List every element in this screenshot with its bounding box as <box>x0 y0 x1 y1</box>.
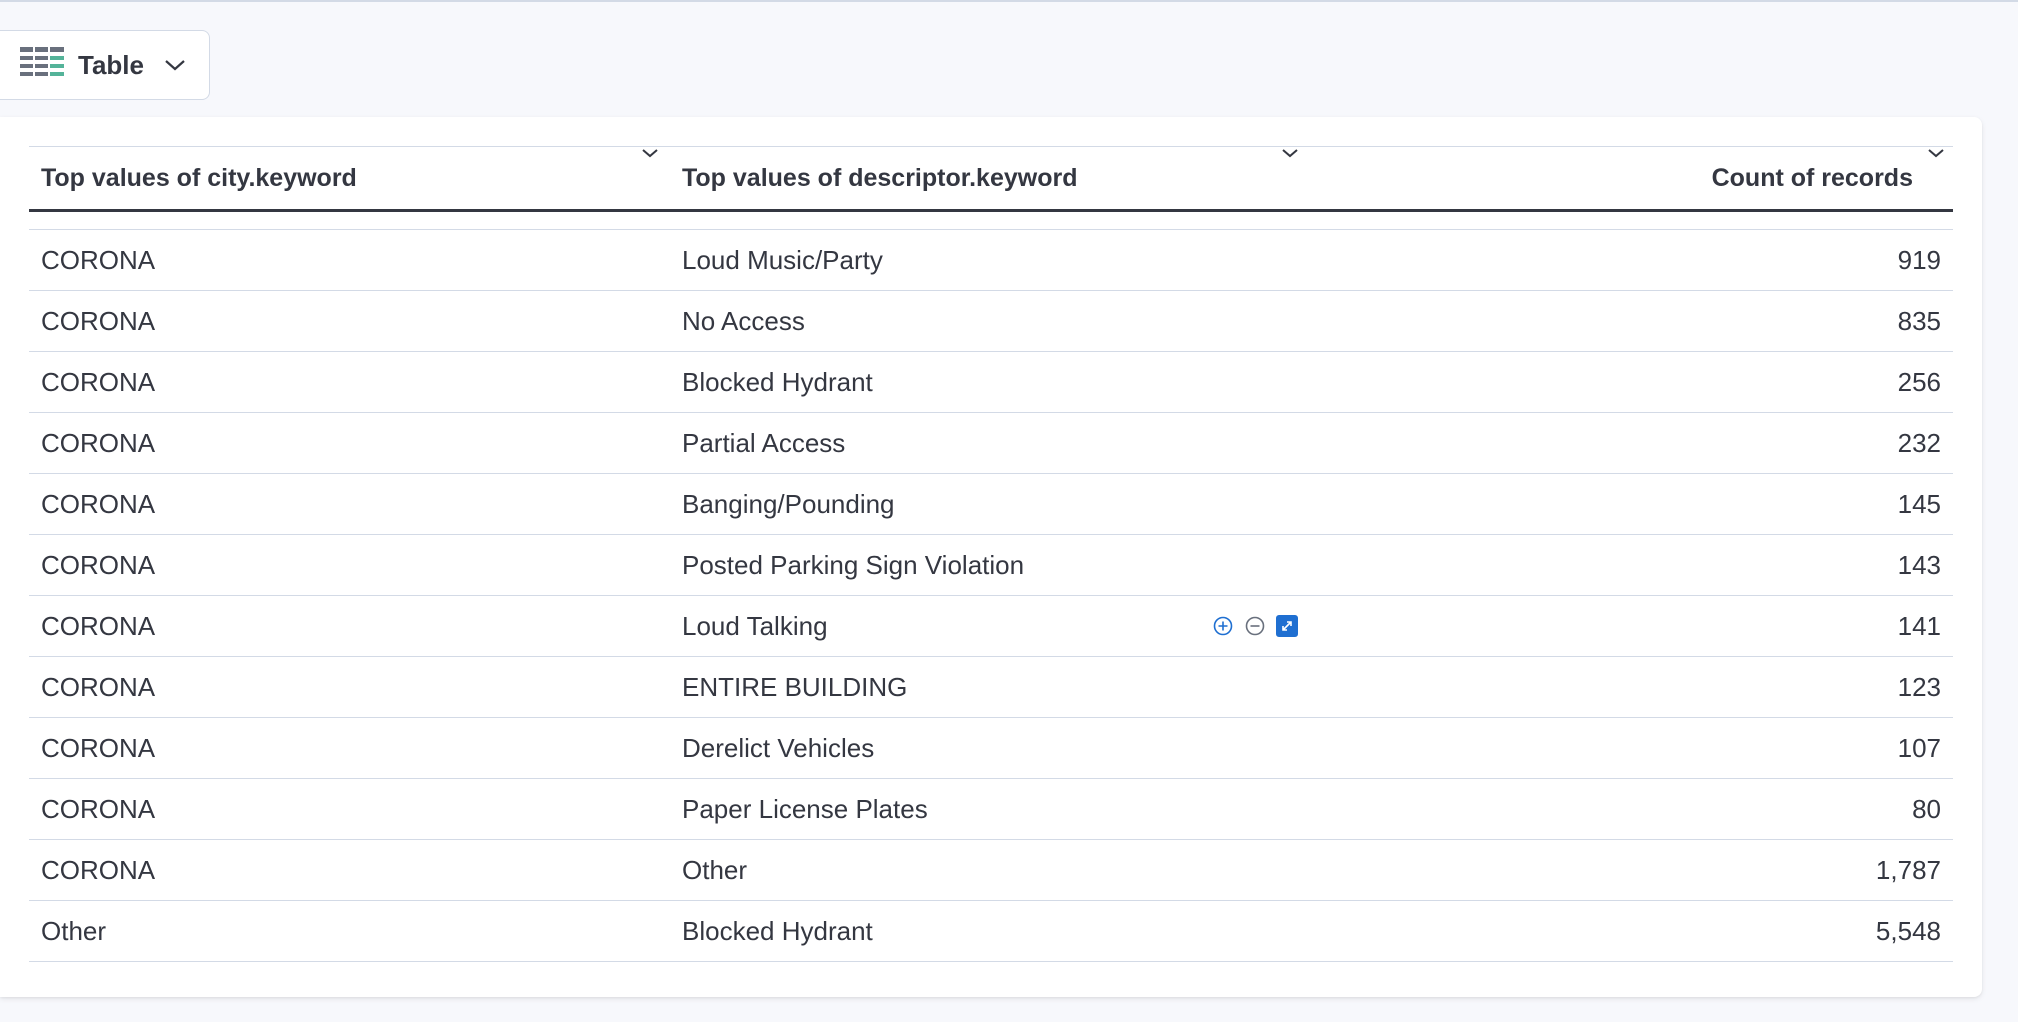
cell-descriptor[interactable]: ENTIRE BUILDING <box>682 657 1302 717</box>
cell-city[interactable]: CORONA <box>41 352 641 412</box>
table-row: CORONA Blocked Hydrant 256 <box>29 352 1953 413</box>
cell-count[interactable]: 145 <box>1641 474 1941 534</box>
cell-descriptor[interactable]: Posted Parking Sign Violation <box>682 535 1302 595</box>
cell-count[interactable]: 143 <box>1641 535 1941 595</box>
cell-city[interactable]: CORONA <box>41 657 641 717</box>
table-header: Top values of city.keyword Top values of… <box>29 146 1953 212</box>
table-row: CORONA Posted Parking Sign Violation 143 <box>29 535 1953 596</box>
cell-descriptor[interactable]: Partial Access <box>682 413 1302 473</box>
cell-descriptor[interactable]: Other <box>682 840 1302 900</box>
cell-count[interactable]: 5,548 <box>1641 901 1941 961</box>
column-header-city[interactable]: Top values of city.keyword <box>41 147 641 210</box>
cell-descriptor[interactable]: No Access <box>682 291 1302 351</box>
chart-type-label: Table <box>78 49 144 80</box>
cell-descriptor[interactable]: Blocked Hydrant <box>682 352 1302 412</box>
cell-city[interactable]: CORONA <box>41 474 641 534</box>
cell-city[interactable]: CORONA <box>41 535 641 595</box>
descriptor-column-menu-chevron-down-icon[interactable] <box>1281 147 1299 159</box>
cell-descriptor[interactable]: Paper License Plates <box>682 779 1302 839</box>
table-row: CORONA ENTIRE BUILDING 123 <box>29 657 1953 718</box>
cell-city[interactable]: CORONA <box>41 718 641 778</box>
cell-count[interactable]: 232 <box>1641 413 1941 473</box>
cell-city[interactable]: CORONA <box>41 596 641 656</box>
table-row: CORONA Partial Access 232 <box>29 413 1953 474</box>
column-header-count[interactable]: Count of records <box>1513 147 1913 210</box>
column-header-label: Top values of city.keyword <box>41 164 357 192</box>
count-column-menu-chevron-down-icon[interactable] <box>1927 147 1945 159</box>
cell-count[interactable]: 141 <box>1641 596 1941 656</box>
cell-count[interactable]: 256 <box>1641 352 1941 412</box>
cell-count[interactable]: 123 <box>1641 657 1941 717</box>
cell-descriptor[interactable]: Blocked Hydrant <box>682 901 1302 961</box>
chart-type-switcher-button[interactable]: Table <box>0 30 210 100</box>
cell-city[interactable]: Other <box>41 901 641 961</box>
cell-count[interactable]: 80 <box>1641 779 1941 839</box>
filter-for-icon[interactable] <box>1212 615 1234 637</box>
table-row: CORONA Banging/Pounding 145 <box>29 474 1953 535</box>
column-header-label: Top values of descriptor.keyword <box>682 164 1078 192</box>
expand-cell-icon[interactable] <box>1276 615 1298 637</box>
cell-descriptor[interactable]: Loud Music/Party <box>682 230 1302 290</box>
cell-count[interactable]: 919 <box>1641 230 1941 290</box>
cell-city[interactable]: CORONA <box>41 230 641 290</box>
city-column-menu-chevron-down-icon[interactable] <box>641 147 659 159</box>
chevron-down-icon <box>164 58 186 72</box>
table-row: Other Blocked Hydrant 5,548 <box>29 901 1953 962</box>
table-row: CORONA Loud Talking 141 <box>29 596 1953 657</box>
column-header-descriptor[interactable]: Top values of descriptor.keyword <box>682 147 1282 210</box>
cell-count[interactable]: 107 <box>1641 718 1941 778</box>
cell-city[interactable]: CORONA <box>41 779 641 839</box>
cell-hover-actions <box>1212 615 1298 637</box>
table-body: CORONA Loud Music/Party 919 CORONA No Access… <box>29 229 1953 962</box>
cell-count[interactable]: 835 <box>1641 291 1941 351</box>
filter-out-icon[interactable] <box>1244 615 1266 637</box>
cell-city[interactable]: CORONA <box>41 840 641 900</box>
cell-descriptor[interactable]: Derelict Vehicles <box>682 718 1302 778</box>
table-row: CORONA Other 1,787 <box>29 840 1953 901</box>
table-grid-icon <box>20 46 64 84</box>
cell-city[interactable]: CORONA <box>41 413 641 473</box>
table-row: CORONA Loud Music/Party 919 <box>29 230 1953 291</box>
cell-city[interactable]: CORONA <box>41 291 641 351</box>
cell-descriptor[interactable]: Banging/Pounding <box>682 474 1302 534</box>
cell-descriptor[interactable]: Loud Talking <box>682 596 1302 656</box>
column-header-label: Count of records <box>1711 164 1913 192</box>
data-table: Top values of city.keyword Top values of… <box>29 146 1953 962</box>
table-panel: Top values of city.keyword Top values of… <box>0 117 1982 997</box>
top-divider <box>0 0 2018 2</box>
cell-count[interactable]: 1,787 <box>1641 840 1941 900</box>
table-row: CORONA Derelict Vehicles 107 <box>29 718 1953 779</box>
table-row: CORONA Paper License Plates 80 <box>29 779 1953 840</box>
table-row: CORONA No Access 835 <box>29 291 1953 352</box>
